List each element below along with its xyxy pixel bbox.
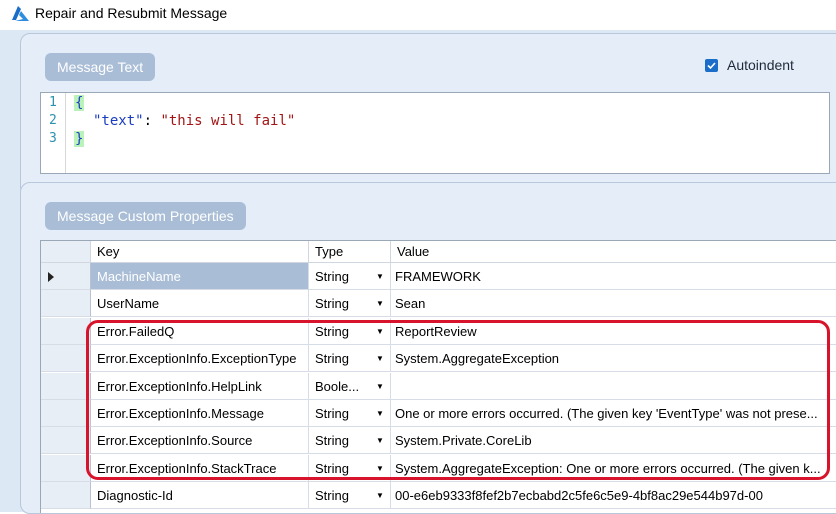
dropdown-arrow-icon[interactable]: ▼ bbox=[371, 318, 389, 344]
cell-type-label: String bbox=[315, 296, 349, 312]
cell-type-dropdown[interactable]: String ▼ bbox=[309, 290, 391, 318]
row-header[interactable] bbox=[41, 263, 91, 290]
row-header-corner bbox=[41, 241, 91, 263]
autoindent-toggle[interactable]: Autoindent bbox=[705, 57, 794, 73]
code-line: } bbox=[74, 131, 85, 147]
row-header[interactable] bbox=[41, 372, 91, 400]
json-value: "this will fail" bbox=[160, 113, 296, 129]
custom-properties-grid: Key Type Value MachineName String ▼ FRAMEWO… bbox=[40, 240, 836, 513]
table-row[interactable]: Error.FailedQ String ▼ ReportReview bbox=[41, 317, 836, 345]
checkmark-icon bbox=[707, 61, 716, 69]
column-header-value[interactable]: Value bbox=[391, 241, 836, 263]
cell-value[interactable]: ReportReview bbox=[391, 317, 836, 345]
dropdown-arrow-icon[interactable]: ▼ bbox=[371, 427, 389, 453]
row-header[interactable] bbox=[41, 290, 91, 318]
table-row[interactable]: Error.ExceptionInfo.Message String ▼ One or… bbox=[41, 400, 836, 427]
cell-type-dropdown[interactable]: String ▼ bbox=[309, 345, 391, 373]
message-text-group-label: Message Text bbox=[45, 53, 156, 81]
line-number: 2 bbox=[49, 113, 57, 128]
line-number: 3 bbox=[49, 131, 57, 146]
column-header-key[interactable]: Key bbox=[91, 241, 309, 263]
cell-type-dropdown[interactable]: String ▼ bbox=[309, 400, 391, 427]
cell-key[interactable]: MachineName bbox=[91, 263, 309, 290]
cell-key[interactable]: Error.ExceptionInfo.ExceptionType bbox=[91, 345, 309, 373]
table-row[interactable]: Error.ExceptionInfo.ExceptionType String ▼… bbox=[41, 345, 836, 373]
custom-properties-group-label: Message Custom Properties bbox=[45, 202, 246, 230]
dropdown-arrow-icon[interactable]: ▼ bbox=[371, 400, 389, 426]
table-row[interactable]: MachineName String ▼ FRAMEWORK bbox=[41, 263, 836, 290]
message-text-editor[interactable]: 1 2 3 { "text": "this will fail" } bbox=[40, 92, 830, 174]
window-title: Repair and Resubmit Message bbox=[35, 5, 228, 21]
dropdown-arrow-icon[interactable]: ▼ bbox=[371, 263, 389, 289]
code-line: "text": "this will fail" bbox=[93, 113, 295, 129]
cell-type-label: String bbox=[315, 488, 349, 504]
cell-type-dropdown[interactable]: Boole... ▼ bbox=[309, 372, 391, 400]
row-header[interactable] bbox=[41, 317, 91, 345]
title-bar: Repair and Resubmit Message bbox=[0, 0, 836, 30]
cell-value[interactable]: System.AggregateException bbox=[391, 345, 836, 373]
dropdown-arrow-icon[interactable]: ▼ bbox=[371, 345, 389, 371]
azure-logo-icon bbox=[10, 6, 30, 22]
cell-type-dropdown[interactable]: String ▼ bbox=[309, 317, 391, 345]
cell-type-label: Boole... bbox=[315, 378, 360, 394]
cell-type-dropdown[interactable]: String ▼ bbox=[309, 482, 391, 510]
cell-type-label: String bbox=[315, 460, 349, 476]
dropdown-arrow-icon[interactable]: ▼ bbox=[371, 482, 389, 508]
table-row[interactable]: Error.ExceptionInfo.StackTrace String ▼ Sys… bbox=[41, 454, 836, 482]
cell-value[interactable]: System.Private.CoreLib bbox=[391, 427, 836, 455]
current-row-arrow-icon bbox=[48, 272, 54, 282]
autoindent-checkbox[interactable] bbox=[705, 58, 718, 72]
cell-key[interactable]: Error.ExceptionInfo.Source bbox=[91, 427, 309, 455]
cell-type-label: String bbox=[315, 323, 349, 339]
cell-type-label: String bbox=[315, 433, 349, 449]
grid-header: Key Type Value bbox=[41, 241, 836, 263]
autoindent-label: Autoindent bbox=[727, 57, 794, 73]
line-number-gutter: 1 2 3 bbox=[41, 93, 66, 173]
cell-key[interactable]: Error.ExceptionInfo.StackTrace bbox=[91, 454, 309, 482]
table-row[interactable]: Diagnostic-Id String ▼ 00-e6eb9333f8fef2b7e… bbox=[41, 482, 836, 510]
row-header[interactable] bbox=[41, 454, 91, 482]
row-header[interactable] bbox=[41, 345, 91, 373]
cell-type-dropdown[interactable]: String ▼ bbox=[309, 263, 391, 290]
line-number: 1 bbox=[49, 95, 57, 110]
cell-key[interactable]: Error.FailedQ bbox=[91, 317, 309, 345]
json-separator: : bbox=[143, 113, 161, 129]
dropdown-arrow-icon[interactable]: ▼ bbox=[371, 290, 389, 316]
cell-type-dropdown[interactable]: String ▼ bbox=[309, 454, 391, 482]
table-row[interactable]: Error.ExceptionInfo.HelpLink Boole... ▼ bbox=[41, 372, 836, 400]
cell-key[interactable]: UserName bbox=[91, 290, 309, 318]
cell-value[interactable] bbox=[391, 372, 836, 400]
cell-value[interactable]: One or more errors occurred. (The given … bbox=[391, 400, 836, 427]
table-row[interactable]: UserName String ▼ Sean bbox=[41, 290, 836, 318]
cell-key[interactable]: Diagnostic-Id bbox=[91, 482, 309, 510]
cell-value[interactable]: FRAMEWORK bbox=[391, 263, 836, 290]
cell-key[interactable]: Error.ExceptionInfo.Message bbox=[91, 400, 309, 427]
row-header[interactable] bbox=[41, 482, 91, 510]
cell-type-dropdown[interactable]: String ▼ bbox=[309, 427, 391, 455]
column-header-type[interactable]: Type bbox=[309, 241, 391, 263]
cell-value[interactable]: System.AggregateException: One or more e… bbox=[391, 454, 836, 482]
cell-type-label: String bbox=[315, 351, 349, 367]
table-row[interactable]: Error.ExceptionInfo.Source String ▼ System.… bbox=[41, 427, 836, 455]
dropdown-arrow-icon[interactable]: ▼ bbox=[371, 373, 389, 399]
close-brace: } bbox=[74, 131, 85, 147]
row-header[interactable] bbox=[41, 427, 91, 455]
row-header[interactable] bbox=[41, 400, 91, 427]
cell-key[interactable]: Error.ExceptionInfo.HelpLink bbox=[91, 372, 309, 400]
open-brace: { bbox=[74, 95, 85, 111]
dropdown-arrow-icon[interactable]: ▼ bbox=[371, 455, 389, 481]
cell-type-label: String bbox=[315, 269, 349, 284]
code-line: { bbox=[74, 95, 85, 111]
cell-value[interactable]: 00-e6eb9333f8fef2b7ecbabd2c5fe6c5e9-4bf8… bbox=[391, 482, 836, 510]
cell-value[interactable]: Sean bbox=[391, 290, 836, 318]
cell-type-label: String bbox=[315, 406, 349, 421]
json-key: "text" bbox=[93, 113, 144, 129]
